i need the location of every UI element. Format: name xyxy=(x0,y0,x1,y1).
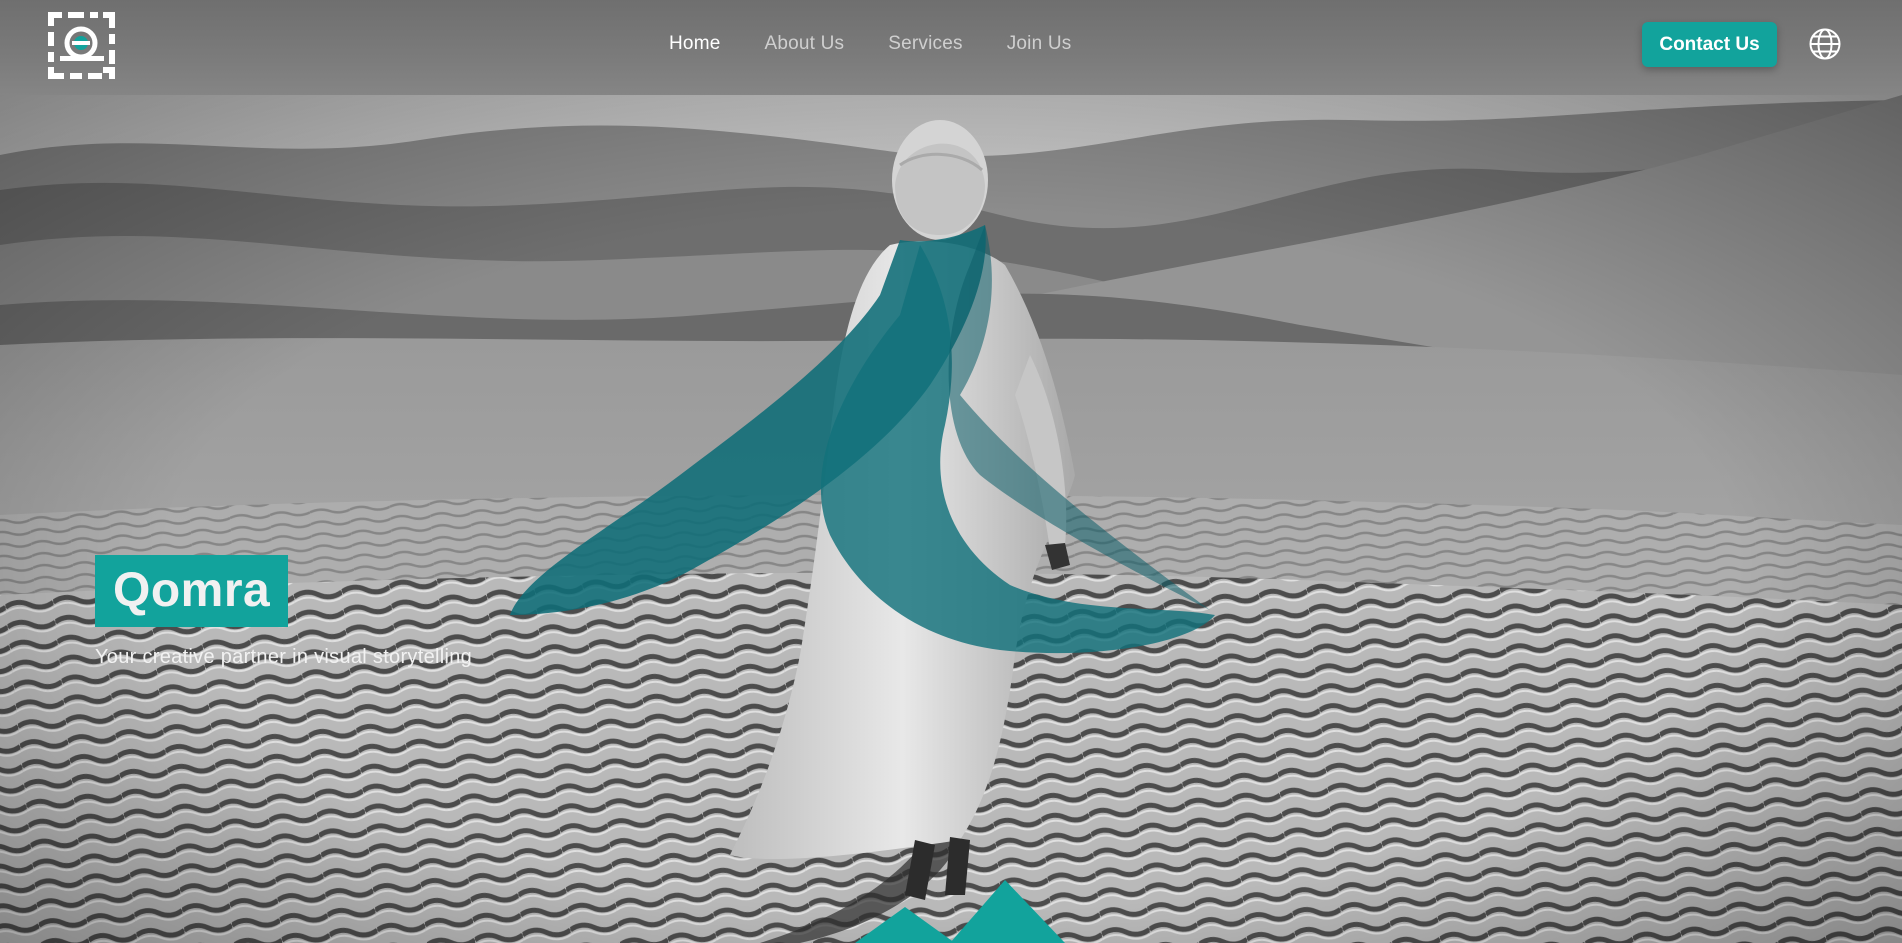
qomra-logo-icon[interactable] xyxy=(48,12,115,79)
desert-background-image xyxy=(0,95,1902,943)
hero-title: Qomra xyxy=(95,555,289,627)
hero-section: Qomra Your creative partner in visual st… xyxy=(0,95,1902,943)
nav-home-link[interactable]: Home xyxy=(669,31,720,57)
globe-icon[interactable] xyxy=(1808,27,1842,61)
nav-about-us-link[interactable]: About Us xyxy=(764,31,844,57)
main-nav: Home About Us Services Join Us xyxy=(669,31,1071,57)
top-navigation-bar: Home About Us Services Join Us Contact U… xyxy=(0,0,1902,95)
contact-us-button[interactable]: Contact Us xyxy=(1642,22,1777,67)
hero-subtitle: Your creative partner in visual storytel… xyxy=(95,646,473,668)
nav-join-us-link[interactable]: Join Us xyxy=(1007,31,1072,57)
nav-services-link[interactable]: Services xyxy=(888,31,962,57)
